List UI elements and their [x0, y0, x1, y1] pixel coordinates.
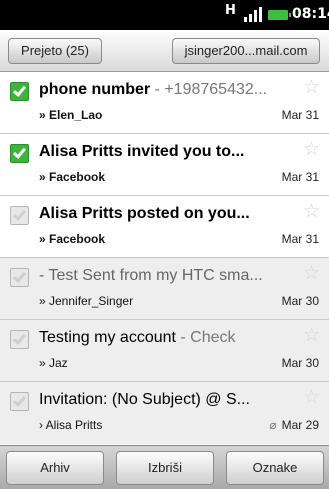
- message-sender: » Facebook: [39, 232, 106, 246]
- checkbox-icon[interactable]: [10, 144, 29, 163]
- status-bar: H 08:14: [0, 0, 329, 30]
- message-list: phone number - +198765432... ☆ » Elen_La…: [0, 72, 329, 445]
- star-icon[interactable]: ☆: [303, 78, 320, 97]
- checkbox-icon[interactable]: [10, 392, 29, 411]
- message-row[interactable]: Alisa Pritts invited you to... ☆ » Faceb…: [0, 134, 329, 196]
- delete-button[interactable]: Izbriši: [116, 451, 214, 485]
- paperclip-icon: ⌀: [269, 418, 277, 432]
- mail-header: Prejeto (25) jsinger200...mail.com: [0, 30, 329, 72]
- battery-icon: [268, 10, 291, 20]
- star-icon[interactable]: ☆: [303, 202, 320, 221]
- checkbox-icon[interactable]: [10, 268, 29, 287]
- message-sender: » Jennifer_Singer: [39, 294, 134, 308]
- archive-button[interactable]: Arhiv: [6, 451, 104, 485]
- message-subject: Alisa Pritts posted on you...: [39, 205, 250, 222]
- message-snippet: - Check: [175, 329, 236, 346]
- message-row[interactable]: - Test Sent from my HTC sma... ☆ » Jenni…: [0, 258, 329, 320]
- message-date: Mar 31: [281, 108, 319, 122]
- clock: 08:14: [292, 6, 329, 22]
- message-subject: Alisa Pritts invited you to...: [39, 143, 245, 160]
- message-row[interactable]: Invitation: (No Subject) @ S... ☆ › Alis…: [0, 382, 329, 444]
- message-sender: » Elen_Lao: [39, 108, 103, 122]
- star-icon[interactable]: ☆: [303, 140, 320, 159]
- message-date: Mar 30: [281, 356, 319, 370]
- message-row[interactable]: Testing my account - Check ☆ » Jaz Mar 3…: [0, 320, 329, 382]
- message-sender: » Facebook: [39, 170, 106, 184]
- message-row[interactable]: Alisa Pritts posted on you... ☆ » Facebo…: [0, 196, 329, 258]
- message-subject: Invitation: (No Subject) @ S...: [39, 391, 250, 408]
- message-date-with-attachment: ⌀ Mar 29: [269, 418, 319, 432]
- message-subject: - Test Sent from my HTC sma...: [39, 267, 263, 284]
- message-subject: Testing my account - Check: [39, 329, 236, 346]
- message-date: Mar 30: [281, 294, 319, 308]
- folder-button[interactable]: Prejeto (25): [8, 38, 102, 64]
- network-type-icon: H: [225, 3, 236, 18]
- message-snippet: - +198765432...: [150, 81, 268, 98]
- message-sender: » Jaz: [39, 356, 68, 370]
- message-sender: › Alisa Pritts: [39, 418, 103, 432]
- message-row[interactable]: phone number - +198765432... ☆ » Elen_La…: [0, 72, 329, 134]
- checkbox-icon[interactable]: [10, 82, 29, 101]
- account-button[interactable]: jsinger200...mail.com: [172, 38, 320, 64]
- message-date: Mar 31: [281, 170, 319, 184]
- signal-strength-icon: [244, 6, 266, 22]
- message-date: Mar 29: [281, 418, 319, 432]
- checkbox-icon[interactable]: [10, 206, 29, 225]
- bottom-toolbar: Arhiv Izbriši Oznake: [0, 445, 329, 489]
- checkbox-icon[interactable]: [10, 330, 29, 349]
- star-icon[interactable]: ☆: [303, 326, 320, 345]
- labels-button[interactable]: Oznake: [226, 451, 324, 485]
- star-icon[interactable]: ☆: [303, 388, 320, 407]
- star-icon[interactable]: ☆: [303, 264, 320, 283]
- message-subject: phone number - +198765432...: [39, 81, 268, 98]
- message-date: Mar 31: [281, 232, 319, 246]
